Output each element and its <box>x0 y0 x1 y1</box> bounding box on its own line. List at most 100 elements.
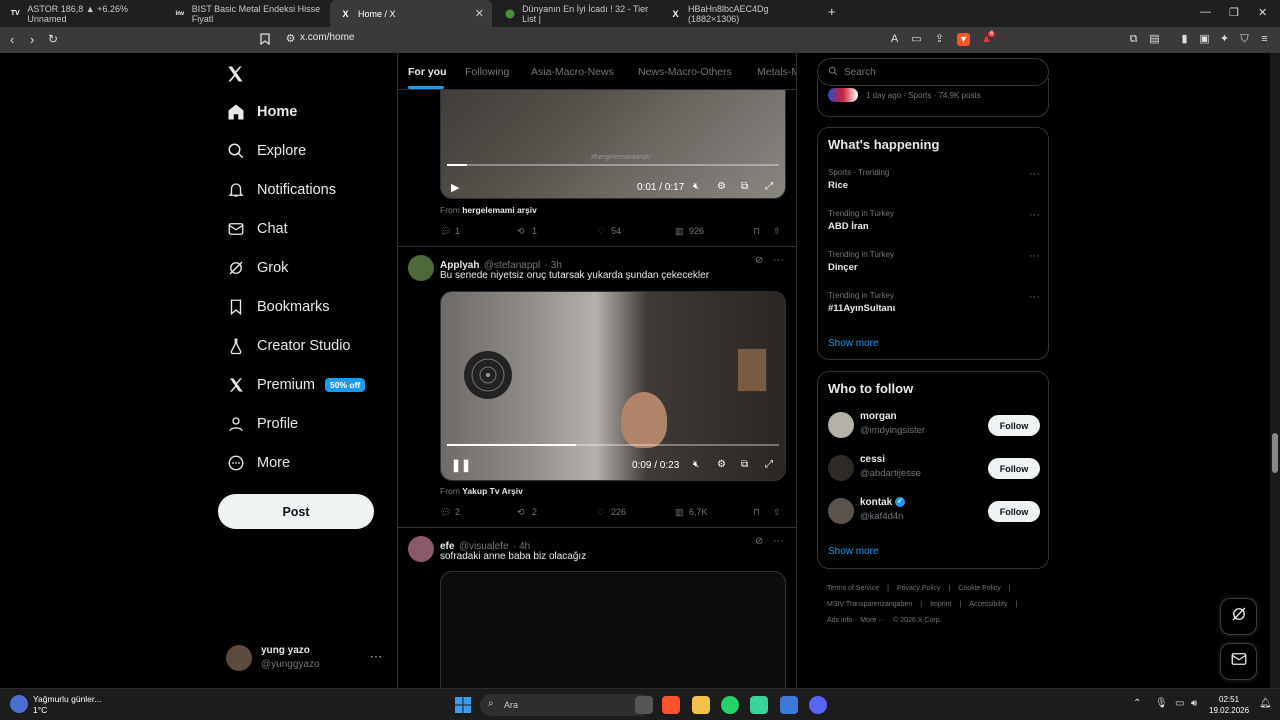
nav-profile[interactable]: Profile <box>226 411 298 437</box>
close-window-icon[interactable]: ✕ <box>1258 6 1267 19</box>
reader-icon[interactable]: ▤ <box>1148 33 1161 46</box>
nav-chat[interactable]: Chat <box>226 216 288 242</box>
url-field[interactable]: x.com/home <box>300 32 354 43</box>
more-dots-icon[interactable]: ··· <box>1029 168 1040 180</box>
chevron-up-icon[interactable]: ⌃ <box>1133 698 1141 709</box>
tab-asia-macro-news[interactable]: Asia-Macro-News <box>531 66 614 78</box>
follow-button[interactable]: Follow <box>988 501 1040 522</box>
video-player[interactable] <box>440 571 786 688</box>
settings-icon[interactable]: ⚙ <box>717 459 726 470</box>
pip-icon[interactable]: ⧉ <box>741 459 748 470</box>
settings-icon[interactable]: ⚙ <box>717 181 726 192</box>
taskbar-search[interactable]: ⌕ Ara <box>480 694 652 716</box>
bookmark-icon[interactable]: ⊓ <box>753 507 760 518</box>
like-icon[interactable]: ♡ <box>597 226 605 237</box>
pause-icon[interactable]: ❚❚ <box>451 458 471 472</box>
video-progress[interactable] <box>447 444 779 446</box>
notification-bell-icon[interactable]: 🔔︎ <box>1259 698 1272 709</box>
nav-home[interactable]: Home <box>226 99 297 125</box>
tab-tradingview[interactable]: TV ASTOR 186,8 ▲ +6.26% Unnamed <box>0 0 162 27</box>
maximize-icon[interactable]: ❐ <box>1229 6 1239 19</box>
tab-news-macro-others[interactable]: News-Macro-Others <box>638 66 732 78</box>
reload-icon[interactable]: ↻ <box>48 32 58 46</box>
scrollbar-thumb[interactable] <box>1272 433 1278 473</box>
whatsapp-icon[interactable] <box>721 696 739 714</box>
app-icon[interactable] <box>750 696 768 714</box>
avatar[interactable] <box>408 536 434 562</box>
tab-following[interactable]: Following <box>465 66 509 78</box>
nav-more[interactable]: More <box>226 450 290 476</box>
bookmark-page-icon[interactable] <box>258 33 271 46</box>
weather-widget[interactable]: Yağmurlu günler... 1°C <box>33 694 101 716</box>
nav-explore[interactable]: Explore <box>226 138 306 164</box>
nav-grok[interactable]: Grok <box>226 255 288 281</box>
views-icon[interactable]: ▥ <box>675 226 684 237</box>
share-icon[interactable]: ⇧ <box>773 226 781 237</box>
leo-ai-icon[interactable]: ✦ <box>1218 33 1231 46</box>
repost-icon[interactable]: ⟲ <box>517 226 525 237</box>
tab-metals[interactable]: Metals-M <box>757 66 796 78</box>
wallet-icon[interactable]: ▣ <box>1198 33 1211 46</box>
extensions-icon[interactable]: ⧉ <box>1127 33 1140 46</box>
grok-icon[interactable]: ⊘ <box>755 536 763 547</box>
discord-icon[interactable] <box>809 696 827 714</box>
play-icon[interactable]: ▶ <box>451 181 459 194</box>
trend-item[interactable]: Trending in Turkey ABD İran ··· <box>828 209 1040 232</box>
nav-bookmarks[interactable]: Bookmarks <box>226 294 330 320</box>
follow-suggestion[interactable]: morgan @imdyingsister Follow <box>828 411 1040 441</box>
more-dots-icon[interactable]: ··· <box>370 649 382 663</box>
video-player[interactable]: ❚❚ 0:09 / 0:23 🔇︎ ⚙ ⧉ ⤢ <box>440 291 786 481</box>
reply-icon[interactable]: 💬︎ <box>440 507 451 518</box>
mute-icon[interactable]: 🔇︎ <box>693 459 699 470</box>
tab-tier-list[interactable]: Dünyanın En İyi İcadı ! 32 - Tier List | <box>495 0 657 27</box>
trend-item[interactable]: Trending in Turkey #11AyınSultanı ··· <box>828 291 1040 314</box>
show-more-link[interactable]: Show more <box>828 546 879 557</box>
follow-button[interactable]: Follow <box>988 415 1040 436</box>
footer-link[interactable]: Terms of Service <box>827 585 879 592</box>
cast-icon[interactable]: ▭ <box>910 33 923 46</box>
grok-fab-button[interactable] <box>1220 598 1257 635</box>
reply-icon[interactable]: 💬︎ <box>440 226 451 237</box>
network-icon[interactable]: ▭ <box>1175 698 1184 709</box>
follow-button[interactable]: Follow <box>988 458 1040 479</box>
nav-notifications[interactable]: Notifications <box>226 177 336 203</box>
bookmark-icon[interactable]: ⊓ <box>753 226 760 237</box>
footer-link[interactable]: Privacy Policy <box>897 585 941 592</box>
footer-link[interactable]: Ads info <box>827 617 852 624</box>
minimize-icon[interactable]: — <box>1200 6 1211 18</box>
app-icon[interactable] <box>780 696 798 714</box>
more-dots-icon[interactable]: ··· <box>1029 250 1040 262</box>
views-icon[interactable]: ▥ <box>675 507 684 518</box>
like-icon[interactable]: ♡ <box>597 507 605 518</box>
fullscreen-icon[interactable]: ⤢ <box>765 181 773 192</box>
scrollbar[interactable] <box>1270 53 1280 688</box>
footer-link[interactable]: More ··· <box>860 617 885 624</box>
avatar[interactable] <box>408 255 434 281</box>
clock[interactable]: 02:51 19.02.2026 <box>1209 694 1249 716</box>
video-progress[interactable] <box>447 164 779 166</box>
repost-icon[interactable]: ⟲ <box>517 507 525 518</box>
footer-link[interactable]: Cookie Policy <box>958 585 1000 592</box>
tab-for-you[interactable]: For you <box>408 66 447 78</box>
file-explorer-icon[interactable] <box>692 696 710 714</box>
new-tab-button[interactable]: + <box>828 4 836 19</box>
tab-image[interactable]: X HBaHn8lbcAEC4Dg (1882×1306) <box>660 0 822 27</box>
show-more-link[interactable]: Show more <box>828 338 879 349</box>
sidebar-icon[interactable]: ▮ <box>1178 33 1191 46</box>
trend-item[interactable]: Sports · Trending Rice ··· <box>828 168 1040 191</box>
search-input[interactable]: Search <box>817 58 1049 86</box>
footer-link[interactable]: Imprint <box>930 601 951 608</box>
footer-link[interactable]: MStV Transparenzangaben <box>827 601 912 608</box>
volume-icon[interactable]: 🔊︎ <box>1191 698 1197 709</box>
share-icon[interactable]: ⇧ <box>773 507 781 518</box>
trend-item[interactable]: Trending in Turkey Dinçer ··· <box>828 250 1040 273</box>
more-dots-icon[interactable]: ··· <box>773 254 784 266</box>
forward-icon[interactable]: › <box>30 32 34 47</box>
post-button[interactable]: Post <box>218 494 374 529</box>
source-name[interactable]: Yakup Tv Arşiv <box>462 486 523 496</box>
x-logo-icon[interactable] <box>226 63 244 89</box>
more-dots-icon[interactable]: ··· <box>1029 209 1040 221</box>
back-icon[interactable]: ‹ <box>10 32 14 47</box>
menu-icon[interactable]: ≡ <box>1258 33 1271 46</box>
tab-home-x[interactable]: X Home / X ✕ <box>330 0 492 27</box>
